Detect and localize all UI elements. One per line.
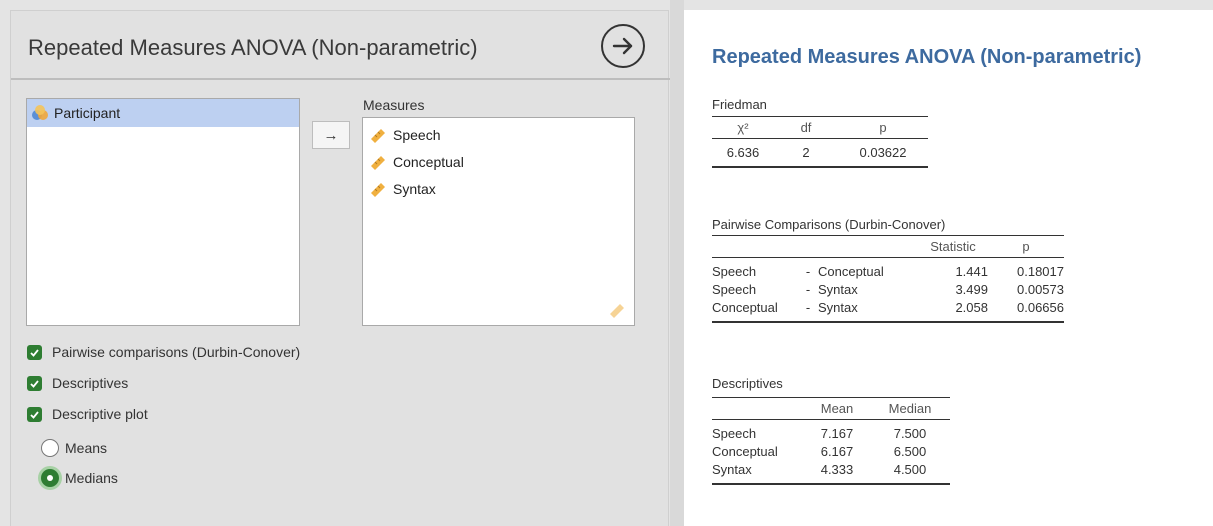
measure-label: Syntax xyxy=(393,180,436,197)
measures-label: Measures xyxy=(363,97,425,113)
measure-item-conceptual[interactable]: Conceptual xyxy=(363,148,634,175)
table-row: Conceptual 6.167 6.500 xyxy=(712,441,950,462)
table-row: Speech - Conceptual 1.441 0.18017 xyxy=(712,258,1064,279)
descriptive-plot-checkbox[interactable] xyxy=(27,406,42,422)
table-cell: Speech xyxy=(712,282,757,297)
descriptive-plot-label: Descriptive plot xyxy=(52,406,148,422)
table-row: Conceptual - Syntax 2.058 0.06656 xyxy=(712,300,1064,323)
table-row: Syntax 4.333 4.500 xyxy=(712,462,950,485)
measure-label: Speech xyxy=(393,126,441,143)
table-header: p xyxy=(988,235,1064,258)
move-to-measures-button[interactable]: → xyxy=(312,121,350,149)
table-cell: Speech xyxy=(712,264,757,279)
checkmark-icon xyxy=(30,410,39,419)
panel-divider[interactable] xyxy=(670,0,684,526)
table-cell: Conceptual xyxy=(818,264,884,279)
measure-label: Conceptual xyxy=(393,153,464,170)
table-cell: Conceptual xyxy=(712,300,798,323)
table-cell: - xyxy=(798,300,818,323)
table-cell: Syntax xyxy=(818,282,858,297)
table-header: Statistic xyxy=(918,235,988,258)
continuous-variable-icon xyxy=(371,155,385,170)
table-cell: 1.441 xyxy=(955,264,988,279)
table-header: df xyxy=(774,116,838,139)
pairwise-checkbox-row[interactable]: Pairwise comparisons (Durbin-Conover) xyxy=(27,344,300,360)
table-cell: Conceptual xyxy=(712,444,778,459)
table-cell: 6.636 xyxy=(712,138,774,168)
title-divider xyxy=(11,78,670,80)
continuous-variable-icon xyxy=(371,128,385,143)
means-radio[interactable] xyxy=(41,439,59,457)
table-cell: 4.333 xyxy=(804,462,870,485)
table-cell: 2 xyxy=(774,138,838,168)
app-root: Repeated Measures ANOVA (Non-parametric)… xyxy=(0,0,1213,526)
table-cell: - xyxy=(805,282,811,297)
descriptives-checkbox-row[interactable]: Descriptives xyxy=(27,375,128,391)
table-cell: Speech xyxy=(712,426,757,441)
pairwise-table: Statistic p Speech - Conceptual 1.441 0.… xyxy=(712,235,1064,323)
descriptives-label: Descriptives xyxy=(52,375,129,391)
table-row: 6.636 2 0.03622 xyxy=(712,138,928,168)
pairwise-checkbox[interactable] xyxy=(27,344,42,360)
arrow-right-icon xyxy=(612,37,633,55)
table-header: Mean xyxy=(804,397,870,420)
measures-list[interactable]: Speech Conceptual Syntax xyxy=(362,117,635,326)
descriptives-checkbox[interactable] xyxy=(27,375,42,391)
table-cell: 6.167 xyxy=(820,444,854,459)
table-row: Speech - Syntax 3.499 0.00573 xyxy=(712,279,1064,300)
table-header: p xyxy=(838,116,928,139)
table-cell: 2.058 xyxy=(918,300,988,323)
ruler-icon xyxy=(610,304,624,318)
options-panel: Repeated Measures ANOVA (Non-parametric)… xyxy=(10,10,670,526)
measure-item-speech[interactable]: Speech xyxy=(363,121,634,148)
friedman-caption: Friedman xyxy=(712,97,767,112)
table-cell: 7.500 xyxy=(893,426,927,441)
table-cell: 7.167 xyxy=(820,426,854,441)
variable-item-participant[interactable]: Participant xyxy=(27,99,299,127)
results-panel: Repeated Measures ANOVA (Non-parametric)… xyxy=(684,10,1213,526)
table-cell: 0.18017 xyxy=(1017,264,1064,279)
variables-list[interactable]: Participant xyxy=(26,98,300,326)
options-title: Repeated Measures ANOVA (Non-parametric) xyxy=(28,35,478,60)
medians-radio-row[interactable]: Medians xyxy=(41,469,118,487)
run-arrow-button[interactable] xyxy=(601,24,645,68)
table-header: Median xyxy=(870,397,950,420)
table-cell: 6.500 xyxy=(893,444,927,459)
checkmark-icon xyxy=(30,379,39,388)
friedman-table: χ² df p 6.636 2 0.03622 xyxy=(712,116,928,168)
table-cell: Syntax xyxy=(712,462,804,485)
pairwise-label: Pairwise comparisons (Durbin-Conover) xyxy=(52,344,301,360)
table-cell: 3.499 xyxy=(955,282,988,297)
descriptive-plot-checkbox-row[interactable]: Descriptive plot xyxy=(27,406,148,422)
table-cell: 4.500 xyxy=(870,462,950,485)
means-radio-row[interactable]: Means xyxy=(41,439,107,457)
results-title: Repeated Measures ANOVA (Non-parametric) xyxy=(712,46,1142,68)
table-header: χ² xyxy=(712,116,774,139)
means-label: Means xyxy=(65,440,108,456)
descriptives-table: Mean Median Speech 7.167 7.500 Conceptua… xyxy=(712,397,950,485)
pairwise-caption: Pairwise Comparisons (Durbin-Conover) xyxy=(712,217,946,232)
table-cell: 0.00573 xyxy=(1017,282,1064,297)
table-cell: - xyxy=(805,264,811,279)
table-cell: 0.06656 xyxy=(988,300,1064,323)
measure-item-syntax[interactable]: Syntax xyxy=(363,175,634,202)
table-cell: 0.03622 xyxy=(838,138,928,168)
continuous-variable-icon xyxy=(371,182,385,197)
descriptives-caption: Descriptives xyxy=(712,376,783,391)
checkmark-icon xyxy=(30,348,39,357)
table-row: Speech 7.167 7.500 xyxy=(712,420,950,441)
medians-radio[interactable] xyxy=(41,469,59,487)
table-cell: Syntax xyxy=(818,300,918,323)
nominal-variable-icon xyxy=(32,105,48,120)
medians-label: Medians xyxy=(65,470,118,486)
variable-label: Participant xyxy=(54,105,121,121)
